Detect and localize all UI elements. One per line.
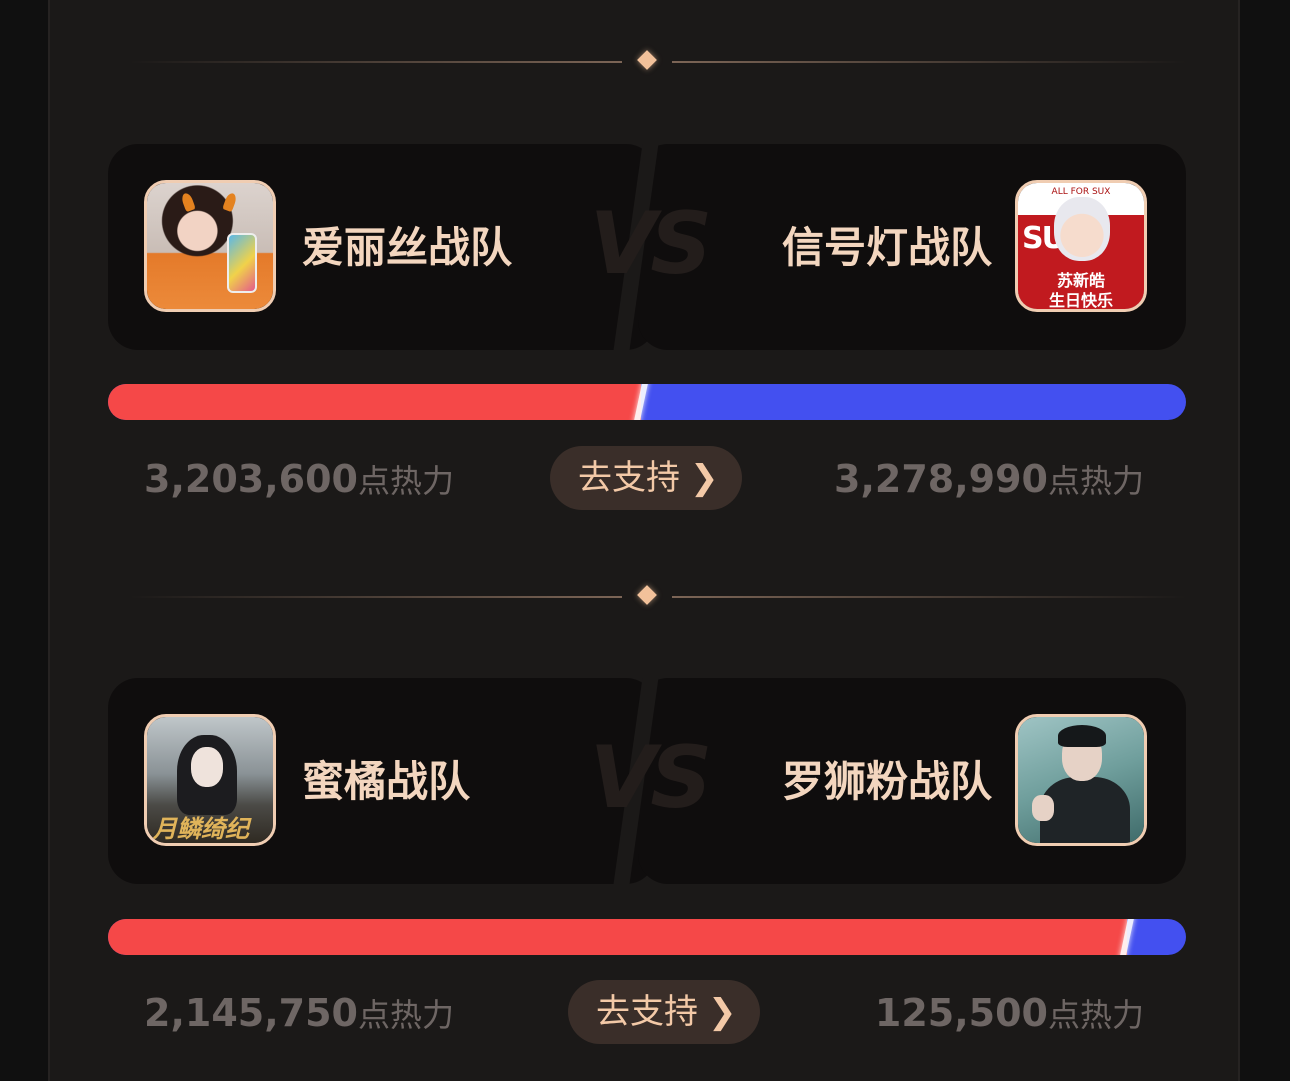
score-right: 3,278,990点热力 — [834, 454, 1144, 506]
heat-progress-bar — [108, 384, 1186, 420]
divider-line-left — [130, 61, 622, 63]
chevron-right-icon: ❯ — [690, 458, 719, 498]
section-divider — [130, 50, 1186, 74]
heat-bar-left-fill — [108, 384, 641, 420]
team-card-left[interactable]: 月鳞绮纪 蜜橘战队 — [108, 678, 656, 884]
heat-bar-left-fill — [108, 919, 1127, 955]
battle-panel: 爱丽丝战队 ALL FOR SUX SUX 苏新皓 生日快乐 信号灯战队 VS — [48, 0, 1240, 1081]
divider-line-right — [672, 596, 1186, 598]
team-name-left: 蜜橘战队 — [302, 757, 471, 806]
divider-line-right — [672, 61, 1186, 63]
team-avatar-right — [1015, 714, 1147, 846]
diamond-icon — [637, 50, 657, 70]
matchup-2: 月鳞绮纪 蜜橘战队 罗狮粉战队 VS — [108, 678, 1186, 884]
team-card-right[interactable]: ALL FOR SUX SUX 苏新皓 生日快乐 信号灯战队 — [638, 144, 1186, 350]
score-left-value: 3,203,600 — [144, 457, 358, 501]
avatar-title-text: 月鳞绮纪 — [153, 815, 249, 843]
heat-progress-bar — [108, 919, 1186, 955]
team-card-left[interactable]: 爱丽丝战队 — [108, 144, 656, 350]
team-card-right[interactable]: 罗狮粉战队 — [638, 678, 1186, 884]
team-name-right: 罗狮粉战队 — [781, 757, 992, 806]
divider-line-left — [130, 596, 622, 598]
support-button-label: 去支持 — [596, 992, 698, 1032]
team-avatar-left — [144, 180, 276, 312]
score-left-unit: 点热力 — [357, 462, 454, 500]
score-right-unit: 点热力 — [1047, 462, 1144, 500]
support-button-label: 去支持 — [578, 458, 680, 498]
support-button[interactable]: 去支持 ❯ — [568, 980, 760, 1044]
diamond-icon — [637, 585, 657, 605]
team-name-right: 信号灯战队 — [781, 223, 992, 272]
avatar-caption-1: 苏新皓 — [1056, 271, 1105, 290]
score-left: 2,145,750点热力 — [144, 988, 454, 1040]
score-left-value: 2,145,750 — [144, 991, 358, 1035]
score-right-unit: 点热力 — [1047, 996, 1144, 1034]
team-avatar-left: 月鳞绮纪 — [144, 714, 276, 846]
vs-label: VS — [589, 728, 713, 828]
chevron-right-icon: ❯ — [708, 992, 737, 1032]
team-name-left: 爱丽丝战队 — [302, 223, 513, 272]
score-right: 125,500点热力 — [875, 988, 1144, 1040]
support-button[interactable]: 去支持 ❯ — [550, 446, 742, 510]
score-left-unit: 点热力 — [357, 996, 454, 1034]
section-divider — [130, 585, 1186, 609]
matchup-1: 爱丽丝战队 ALL FOR SUX SUX 苏新皓 生日快乐 信号灯战队 VS — [108, 144, 1186, 350]
score-left: 3,203,600点热力 — [144, 454, 454, 506]
vs-label: VS — [589, 194, 713, 294]
team-avatar-right: ALL FOR SUX SUX 苏新皓 生日快乐 — [1015, 180, 1147, 312]
score-right-value: 125,500 — [874, 991, 1048, 1035]
avatar-caption-2: 生日快乐 — [1048, 291, 1113, 310]
score-right-value: 3,278,990 — [834, 457, 1048, 501]
